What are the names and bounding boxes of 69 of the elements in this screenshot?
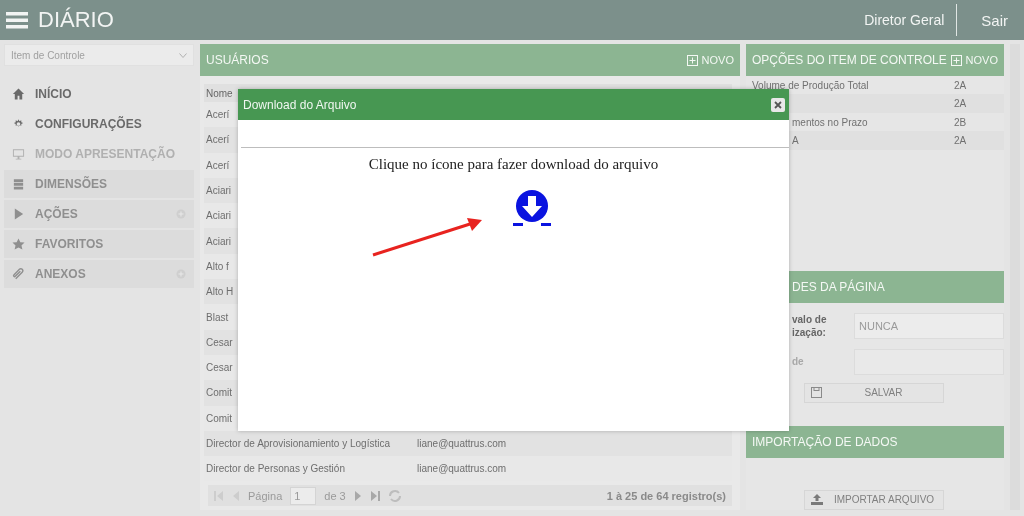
table-cell: Cesar [206, 362, 233, 374]
page-count: de 3 [324, 489, 346, 502]
table-cell: Alto H [206, 286, 234, 298]
table-cell: Director de Personas y Gestión [206, 463, 345, 475]
database-icon [12, 177, 25, 191]
table-cell: Aciari [206, 185, 231, 197]
column-header: Nome [206, 87, 233, 99]
option-code: 2A [954, 98, 968, 110]
star-icon [12, 237, 25, 251]
page-field[interactable]: 1 [290, 486, 317, 505]
panel-title: USUÁRIOS [206, 53, 269, 67]
table-cell: Acerí [206, 134, 230, 146]
table-cell: Acerí [206, 109, 230, 121]
refresh-icon[interactable] [387, 488, 402, 503]
input-field[interactable]: NUNCA [854, 312, 1004, 339]
option-code: 2A [954, 134, 968, 146]
field-label: de [792, 355, 805, 369]
table-cell: Blast [206, 311, 229, 323]
dialog-title: Download do Arquivo [243, 97, 357, 112]
table-cell: Comit [206, 412, 233, 424]
sidebar-item[interactable]: CONFIGURAÇÕES [4, 110, 194, 138]
option-name: Volume de Produção Total [752, 79, 869, 91]
upload-icon [811, 494, 823, 506]
table-cell: liane@quattrus.com [417, 438, 507, 449]
app-title: DIÁRIO [38, 7, 115, 33]
paperclip-icon [12, 267, 25, 281]
last-page-icon[interactable] [369, 490, 380, 501]
table-cell: Alto f [206, 260, 229, 272]
option-name: mentos no Prazo [792, 116, 868, 128]
dialog-message: Clique no ícone para fazer download do arquivo [367, 156, 660, 173]
new-button[interactable]: NOVO [950, 54, 998, 66]
plus-icon [686, 54, 698, 66]
sidebar-item[interactable]: ANEXOS [4, 260, 194, 288]
chevron-down-icon [179, 52, 187, 58]
logout-link[interactable]: Sair [957, 11, 1018, 29]
sidebar-item[interactable]: FAVORITOS [4, 230, 194, 258]
table-cell: Aciari [206, 210, 231, 222]
sidebar-item[interactable]: INÍCIO [4, 80, 194, 108]
option-code: 2B [954, 116, 968, 128]
menu-icon[interactable] [6, 11, 28, 29]
monitor-icon [12, 147, 25, 161]
record-count: 1 à 25 de 64 registro(s) [606, 489, 726, 502]
table-cell: Cesar [206, 336, 233, 348]
control-item-select[interactable]: Item de Controle [4, 44, 194, 66]
page-label: Página [248, 489, 283, 502]
option-code: 2A [954, 79, 968, 91]
panel-title: IMPORTAÇÃO DE DADOS [752, 435, 898, 450]
panel-title: OPÇÕES DO ITEM DE CONTROLE [752, 53, 947, 67]
import-file-button[interactable]: IMPORTAR ARQUIVO [804, 489, 944, 510]
close-button[interactable] [771, 97, 785, 112]
sidebar-item[interactable]: AÇÕES [4, 200, 194, 228]
download-icon[interactable] [511, 189, 552, 227]
table-cell: Director de Aprovisionamiento y Logística [206, 438, 390, 449]
plus-icon [950, 54, 962, 66]
user-name: Diretor Geral [863, 12, 946, 28]
save-button[interactable]: SALVAR [804, 382, 944, 404]
field-label: valo de ização: [792, 312, 828, 339]
panel-title: DES DA PÁGINA [792, 279, 885, 294]
sidebar-item[interactable]: DIMENSÕES [4, 170, 194, 198]
table-cell: Comit [206, 387, 233, 399]
option-name: A [792, 134, 799, 146]
table-cell: Aciari [206, 235, 231, 247]
next-page-icon[interactable] [353, 490, 362, 501]
table-cell: liane@quattrus.com [417, 463, 507, 475]
new-button[interactable]: NOVO [686, 54, 734, 66]
table-cell: Acerí [206, 159, 230, 171]
close-icon [774, 100, 782, 109]
play-icon [12, 207, 25, 221]
home-icon [12, 87, 25, 101]
